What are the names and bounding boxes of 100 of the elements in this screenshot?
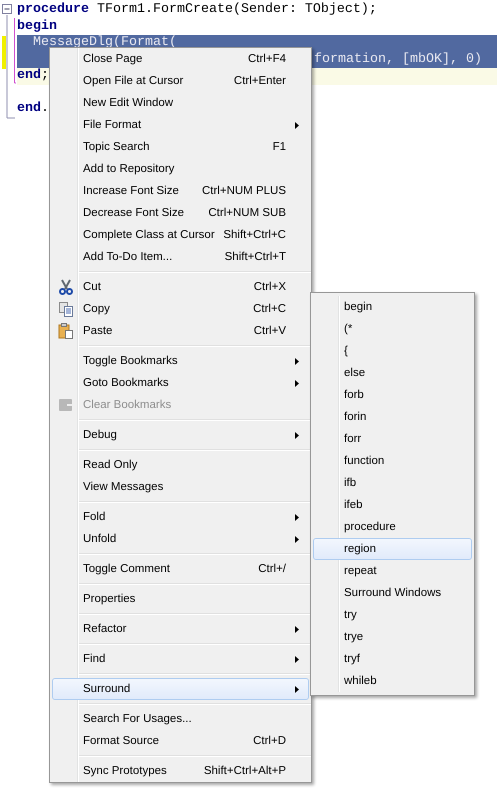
menu-item-label: New Edit Window <box>83 97 174 109</box>
menu-item[interactable]: forr <box>313 428 472 450</box>
menu-item[interactable]: (* <box>313 318 472 340</box>
menu-item-label: procedure <box>344 521 396 533</box>
menu-item-label: function <box>344 455 384 467</box>
menu-item-label: tryf <box>344 653 360 665</box>
shortcut-text: Ctrl+X <box>252 281 286 293</box>
menu-item-label: Surround Windows <box>344 587 442 599</box>
change-marker <box>2 36 6 69</box>
menu-item-label: forb <box>344 389 364 401</box>
menu-item-label: Search For Usages... <box>83 713 192 725</box>
menu-item-label: ifeb <box>344 499 363 511</box>
menu-item[interactable]: region <box>313 538 472 560</box>
scissors-icon <box>58 279 74 295</box>
menu-item-label: forr <box>344 433 362 445</box>
menu-item[interactable]: Sync Prototypes Shift+Ctrl+Alt+P <box>52 760 309 782</box>
menu-item[interactable]: Toggle Comment Ctrl+/ <box>52 558 309 580</box>
shortcut-text: F1 <box>272 141 286 153</box>
menu-item[interactable]: Decrease Font Size Ctrl+NUM SUB <box>52 202 309 224</box>
menu-item-label: Clear Bookmarks <box>83 399 172 411</box>
menu-item-label: forin <box>344 411 366 423</box>
menu-item-label: { <box>344 345 348 357</box>
menu-item-label: Cut <box>83 281 101 293</box>
menu-item-label: Format Source <box>83 735 160 747</box>
menu-item-label: File Format <box>83 119 142 131</box>
menu-item-label: repeat <box>344 565 377 577</box>
menu-item[interactable]: Search For Usages... <box>52 708 309 730</box>
menu-item-label: Debug <box>83 429 117 441</box>
menu-item-label: region <box>344 543 376 555</box>
menu-item[interactable]: File Format <box>52 114 309 136</box>
menu-item-label: Goto Bookmarks <box>83 377 169 389</box>
menu-item-label: Add to Repository <box>83 163 174 175</box>
menu-item[interactable]: function <box>313 450 472 472</box>
shortcut-text: Shift+Ctrl+Alt+P <box>202 765 286 777</box>
menu-item-label: Fold <box>83 511 106 523</box>
menu-item[interactable]: Cut Ctrl+X <box>52 276 309 298</box>
menu-item[interactable]: forb <box>313 384 472 406</box>
menu-item-label: Copy <box>83 303 110 315</box>
menu-item[interactable]: tryf <box>313 648 472 670</box>
code-text: formation, [mbOK], 0) <box>314 52 482 68</box>
menu-item[interactable]: New Edit Window <box>52 92 309 114</box>
menu-item[interactable]: Fold <box>52 506 309 528</box>
menu-item[interactable]: Goto Bookmarks <box>52 372 309 394</box>
menu-item-label: begin <box>344 301 372 313</box>
menu-item[interactable]: Complete Class at Cursor Shift+Ctrl+C <box>52 224 309 246</box>
menu-item-label: Refactor <box>83 623 126 635</box>
menu-item-label: Read Only <box>83 459 138 471</box>
menu-item-label: Close Page <box>83 53 142 65</box>
menu-item[interactable]: whileb <box>313 670 472 692</box>
menu-item[interactable]: Find <box>52 648 309 670</box>
menu-item-label: View Messages <box>83 481 164 493</box>
menu-item[interactable]: ifb <box>313 472 472 494</box>
menu-item[interactable]: Unfold <box>52 528 309 550</box>
menu-item[interactable]: Open File at Cursor Ctrl+Enter <box>52 70 309 92</box>
menu-item-label: Paste <box>83 325 112 337</box>
shortcut-text: Ctrl+C <box>252 303 286 315</box>
menu-item[interactable]: procedure <box>313 516 472 538</box>
menu-item[interactable]: View Messages <box>52 476 309 498</box>
menu-item-label: Complete Class at Cursor <box>83 229 215 241</box>
menu-item[interactable]: trye <box>313 626 472 648</box>
shortcut-text: Ctrl+NUM PLUS <box>200 185 286 197</box>
menu-item[interactable]: Add to Repository <box>52 158 309 180</box>
menu-item[interactable]: { <box>313 340 472 362</box>
menu-item-label: (* <box>344 323 352 335</box>
menu-item[interactable]: else <box>313 362 472 384</box>
menu-item[interactable]: Format Source Ctrl+D <box>52 730 309 752</box>
shortcut-text: Ctrl+/ <box>257 563 286 575</box>
menu-item-label: else <box>344 367 366 379</box>
bookmark-icon <box>58 397 74 413</box>
menu-item[interactable]: begin <box>313 296 472 318</box>
menu-item[interactable]: repeat <box>313 560 472 582</box>
menu-item[interactable]: Increase Font Size Ctrl+NUM PLUS <box>52 180 309 202</box>
menu-item[interactable]: try <box>313 604 472 626</box>
menu-item[interactable]: Topic Search F1 <box>52 136 309 158</box>
menu-item[interactable]: forin <box>313 406 472 428</box>
menu-item-label: Surround <box>83 683 130 695</box>
menu-item-label: Open File at Cursor <box>83 75 184 87</box>
menu-item[interactable]: Refactor <box>52 618 309 640</box>
shortcut-text: Ctrl+NUM SUB <box>207 207 286 219</box>
menu-item[interactable]: Read Only <box>52 454 309 476</box>
menu-item-label: Find <box>83 653 106 665</box>
code-text: end. <box>17 101 49 118</box>
menu-item-label: Toggle Bookmarks <box>83 355 178 367</box>
paste-icon <box>58 323 74 339</box>
menu-item[interactable]: Paste Ctrl+V <box>52 320 309 342</box>
menu-item-label: Sync Prototypes <box>83 765 167 777</box>
menu-item[interactable]: Toggle Bookmarks <box>52 350 309 372</box>
menu-item-label: Decrease Font Size <box>83 207 184 219</box>
menu-item[interactable]: Properties <box>52 588 309 610</box>
shortcut-text: Ctrl+V <box>252 325 286 337</box>
menu-item[interactable]: Debug <box>52 424 309 446</box>
menu-item[interactable]: ifeb <box>313 494 472 516</box>
menu-item[interactable]: Add To-Do Item... Shift+Ctrl+T <box>52 246 309 268</box>
menu-item[interactable]: Surround Windows <box>313 582 472 604</box>
menu-item-label: try <box>344 609 357 621</box>
menu-item-label: ifb <box>344 477 356 489</box>
menu-item[interactable]: Copy Ctrl+C <box>52 298 309 320</box>
code-text: end; <box>17 68 49 84</box>
menu-item-label: Toggle Comment <box>83 563 170 575</box>
menu-item[interactable]: Surround <box>52 678 309 700</box>
